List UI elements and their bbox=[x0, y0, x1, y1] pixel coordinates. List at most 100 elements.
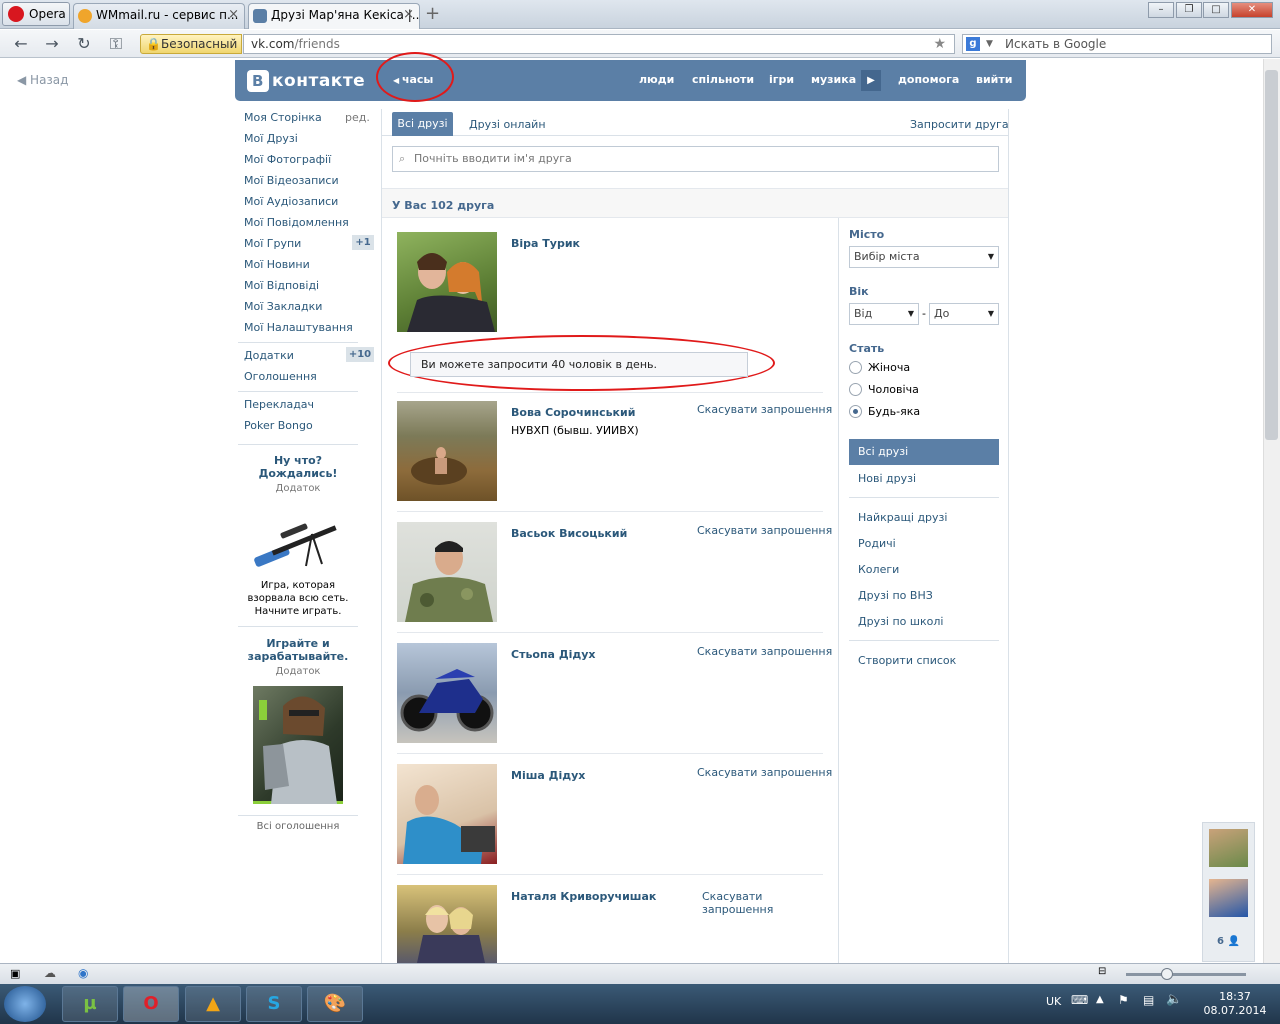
nav-logout[interactable]: вийти bbox=[976, 73, 1012, 86]
friend-photo[interactable] bbox=[397, 232, 497, 332]
filter-relatives[interactable]: Родичі bbox=[858, 537, 896, 550]
nav-help[interactable]: допомога bbox=[898, 73, 959, 86]
filter-new-friends[interactable]: Нові друзі bbox=[858, 472, 916, 485]
start-button-icon[interactable] bbox=[4, 986, 46, 1022]
menu-translator[interactable]: Перекладач bbox=[244, 398, 314, 411]
friend-name[interactable]: Міша Дідух bbox=[511, 769, 585, 782]
cloud-icon[interactable]: ☁ bbox=[44, 966, 56, 980]
keyboard-icon[interactable]: ⌨ bbox=[1071, 993, 1088, 1007]
opera-menu-button[interactable]: Opera bbox=[2, 2, 70, 26]
groups-count-badge[interactable]: +1 bbox=[352, 235, 374, 250]
tab-vk-friends[interactable]: Друзі Мар'яна Кекіса |... × bbox=[248, 3, 420, 29]
utorrent-taskbar-icon[interactable]: µ bbox=[62, 986, 118, 1022]
back-link[interactable]: ◀ Назад bbox=[17, 73, 68, 87]
tab-friends-online[interactable]: Друзі онлайн bbox=[469, 118, 546, 131]
friend-photo[interactable] bbox=[397, 764, 497, 864]
filter-colleagues[interactable]: Колеги bbox=[858, 563, 899, 576]
rifle-ad-image[interactable] bbox=[250, 510, 342, 572]
cancel-invite-link[interactable]: Скасувати запрошення bbox=[702, 890, 782, 916]
gender-any-radio[interactable] bbox=[849, 405, 862, 418]
zoom-slider[interactable] bbox=[1126, 973, 1246, 976]
gender-male-label[interactable]: Чоловіча bbox=[868, 383, 919, 396]
menu-ads[interactable]: Оголошення bbox=[244, 370, 317, 383]
speed-dial-icon[interactable]: ◉ bbox=[78, 966, 88, 980]
tab-close-icon[interactable]: × bbox=[228, 4, 239, 26]
menu-poker-bongo[interactable]: Poker Bongo bbox=[244, 419, 313, 432]
back-arrow-icon[interactable]: ← bbox=[10, 34, 32, 54]
friend-search-input[interactable]: ⌕ Почніть вводити ім'я друга bbox=[392, 146, 999, 172]
age-from-select[interactable]: Від ▼ bbox=[849, 303, 919, 325]
taskbar-clock[interactable]: 18:37 08.07.2014 bbox=[1200, 990, 1270, 1018]
skype-taskbar-icon[interactable]: S bbox=[246, 986, 302, 1022]
show-hidden-icons-icon[interactable]: ▲ bbox=[1096, 994, 1104, 1005]
nav-communities[interactable]: спільноти bbox=[692, 73, 754, 86]
menu-my-messages[interactable]: Мої Повідомлення bbox=[244, 216, 349, 229]
filter-all-friends[interactable]: Всі друзі bbox=[849, 439, 999, 465]
menu-my-bookmarks[interactable]: Мої Закладки bbox=[244, 300, 322, 313]
menu-my-page[interactable]: Моя Сторінка bbox=[244, 111, 322, 124]
address-bar[interactable]: vk.com/friends ★ bbox=[243, 34, 955, 54]
age-to-select[interactable]: До ▼ bbox=[929, 303, 999, 325]
online-count[interactable]: 6 👤 bbox=[1217, 936, 1240, 947]
paint-taskbar-icon[interactable]: 🎨 bbox=[307, 986, 363, 1022]
cancel-invite-link[interactable]: Скасувати запрошення bbox=[697, 645, 832, 658]
vk-logo[interactable]: Вконтакте bbox=[247, 70, 365, 92]
menu-my-groups[interactable]: Мої Групи bbox=[244, 237, 301, 250]
volume-icon[interactable]: 🔈 bbox=[1166, 992, 1182, 1007]
new-tab-icon[interactable]: + bbox=[425, 3, 440, 24]
ad-title[interactable]: Играйте и зарабатывайте. bbox=[238, 637, 358, 663]
language-indicator[interactable]: UK bbox=[1046, 995, 1061, 1008]
friend-name[interactable]: Наталя Криворучишак bbox=[511, 890, 656, 903]
friend-name[interactable]: Віра Турик bbox=[511, 237, 580, 250]
friend-photo[interactable] bbox=[397, 643, 497, 743]
ad-text[interactable]: Игра, которая взорвала всю сеть. Начните… bbox=[238, 579, 358, 618]
restore-window-icon[interactable]: ❐ bbox=[1176, 2, 1202, 18]
reload-icon[interactable]: ↻ bbox=[73, 34, 95, 54]
gender-female-label[interactable]: Жіноча bbox=[868, 361, 910, 374]
forward-arrow-icon[interactable]: → bbox=[41, 34, 63, 54]
chat-friend-avatar[interactable] bbox=[1209, 829, 1248, 867]
tab-all-friends[interactable]: Всі друзі bbox=[392, 112, 453, 136]
filter-school[interactable]: Друзі по школі bbox=[858, 615, 943, 628]
flag-icon[interactable]: ⚑ bbox=[1118, 993, 1129, 1007]
unknown-window-icon[interactable]: □ bbox=[1203, 2, 1229, 18]
gender-any-label[interactable]: Будь-яка bbox=[868, 405, 920, 418]
menu-my-news[interactable]: Мої Новини bbox=[244, 258, 310, 271]
gender-female-radio[interactable] bbox=[849, 361, 862, 374]
aimp-taskbar-icon[interactable]: ▲ bbox=[185, 986, 241, 1022]
gender-male-radio[interactable] bbox=[849, 383, 862, 396]
panel-toggle-icon[interactable]: ▣ bbox=[10, 967, 20, 980]
nav-people[interactable]: люди bbox=[639, 73, 674, 86]
friend-photo[interactable] bbox=[397, 401, 497, 501]
friend-name[interactable]: Вова Сорочинський bbox=[511, 406, 635, 419]
menu-apps[interactable]: Додатки bbox=[244, 349, 294, 362]
menu-my-settings[interactable]: Мої Налаштування bbox=[244, 321, 353, 334]
menu-my-answers[interactable]: Мої Відповіді bbox=[244, 279, 319, 292]
city-select[interactable]: Вибір міста ▼ bbox=[849, 246, 999, 268]
nav-games[interactable]: ігри bbox=[769, 73, 794, 86]
cancel-invite-link[interactable]: Скасувати запрошення bbox=[697, 766, 832, 779]
menu-edit-link[interactable]: ред. bbox=[345, 111, 370, 124]
friend-photo[interactable] bbox=[397, 522, 497, 622]
scrollbar-thumb[interactable] bbox=[1265, 70, 1278, 440]
menu-my-photos[interactable]: Мої Фотографії bbox=[244, 153, 331, 166]
secure-connection-badge[interactable]: 🔒 Безопасный bbox=[140, 34, 242, 54]
invite-friend-link[interactable]: Запросити друга bbox=[910, 118, 1009, 131]
filter-best-friends[interactable]: Найкращі друзі bbox=[858, 511, 947, 524]
network-icon[interactable]: ▤ bbox=[1143, 993, 1154, 1007]
create-list-link[interactable]: Створити список bbox=[858, 654, 956, 667]
cancel-invite-link[interactable]: Скасувати запрошення bbox=[697, 403, 832, 416]
friend-photo[interactable] bbox=[397, 885, 497, 963]
google-search-field[interactable]: g ▼ Искать в Google bbox=[962, 34, 1272, 54]
nav-music[interactable]: музика bbox=[811, 73, 856, 86]
key-icon[interactable]: ⚿ bbox=[105, 34, 127, 54]
opera-taskbar-icon[interactable]: O bbox=[123, 986, 179, 1022]
filter-university[interactable]: Друзі по ВНЗ bbox=[858, 589, 933, 602]
ad-title[interactable]: Ну что? Дождались! bbox=[238, 454, 358, 480]
view-icon[interactable]: ⊟ bbox=[1098, 966, 1106, 977]
tab-wmmail[interactable]: WMmail.ru - сервис п... × bbox=[73, 3, 245, 29]
menu-my-audio[interactable]: Мої Аудіозаписи bbox=[244, 195, 338, 208]
friend-name[interactable]: Васьок Висоцький bbox=[511, 527, 627, 540]
all-ads-link[interactable]: Всі оголошення bbox=[238, 821, 358, 832]
apps-count-badge[interactable]: +10 bbox=[346, 347, 374, 362]
